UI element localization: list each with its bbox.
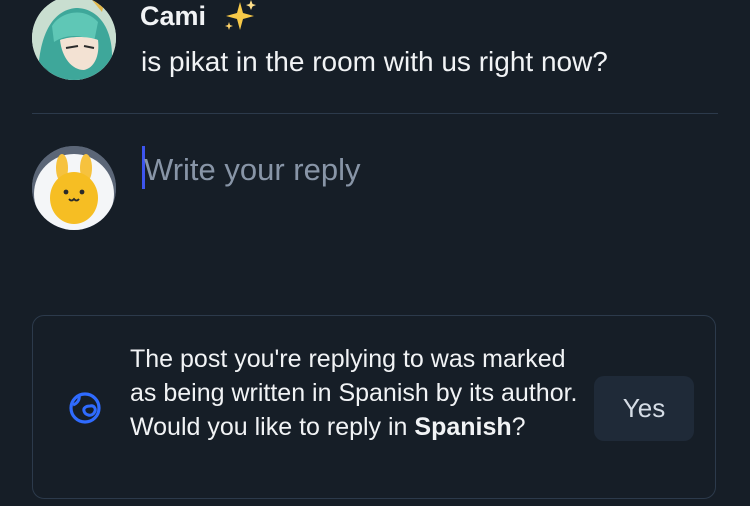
author-name[interactable]: Cami: [140, 0, 206, 32]
globe-icon: [68, 391, 102, 425]
user-avatar: [32, 146, 116, 230]
reply-composer: Cami is pikat in the room with us right …: [0, 0, 750, 506]
divider: [32, 113, 718, 114]
language-message-end: ?: [511, 413, 526, 441]
yes-button[interactable]: Yes: [594, 376, 694, 441]
quoted-post-text: is pikat in the room with us right now?: [141, 46, 608, 77]
quoted-post: Cami is pikat in the room with us right …: [0, 0, 750, 114]
sparkles-icon: [222, 0, 258, 34]
language-name: Spanish: [414, 413, 512, 441]
reply-input[interactable]: Write your reply: [142, 146, 702, 296]
reply-placeholder: Write your reply: [144, 152, 361, 187]
language-message: The post you're replying to was marked a…: [130, 342, 580, 444]
author-avatar: [32, 0, 116, 80]
language-suggestion-card: The post you're replying to was marked a…: [32, 315, 716, 499]
